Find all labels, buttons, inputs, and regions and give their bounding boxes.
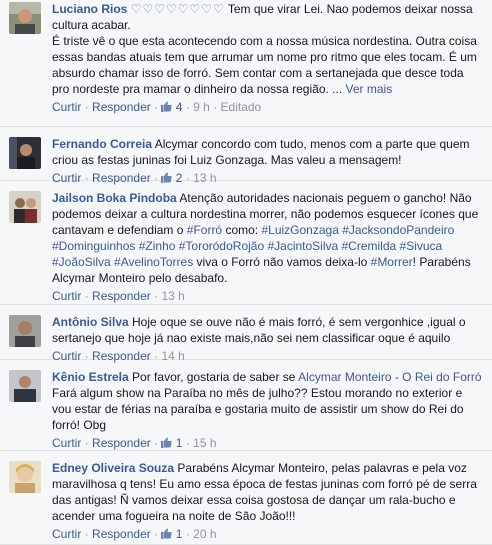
comment-item: Antônio Silva Hoje oque se ouve não é ma… (0, 305, 492, 363)
avatar[interactable] (9, 137, 41, 169)
thumbs-up-icon (161, 100, 172, 112)
reply-button[interactable]: Responder (92, 436, 151, 450)
comment-author[interactable]: Antônio Silva (52, 315, 129, 329)
comment-actions: Curtir · Responder · 1 · 20 h (52, 527, 217, 541)
reply-button[interactable]: Responder (92, 100, 151, 114)
mention-link[interactable]: Alcymar Monteiro - O Rei do Forró (298, 370, 481, 384)
comment-time[interactable]: 13 h (161, 289, 184, 303)
like-button[interactable]: Curtir (52, 100, 81, 114)
comment-text-continued: É triste vê o que esta acontecendo com a… (52, 34, 477, 96)
thumbs-up-icon (161, 436, 172, 448)
comment-text: Por favor, gostaria de saber se (132, 370, 296, 384)
comment-actions: Curtir · Responder · 4 · 9 h · Editado (52, 100, 262, 114)
comment-item: Kênio Estrela Por favor, gostaria de sab… (0, 360, 492, 451)
comment-author[interactable]: Fernando Correia (52, 137, 152, 151)
reply-button[interactable]: Responder (92, 289, 151, 303)
comment-text: Fará algum show na Paraíba no mês de jul… (52, 386, 464, 432)
comment-time[interactable]: 9 h (193, 100, 210, 114)
comment-author[interactable]: Luciano Rios (52, 2, 127, 16)
like-count[interactable]: 1 (176, 527, 183, 541)
avatar[interactable] (9, 315, 41, 347)
edited-label[interactable]: Editado (221, 100, 262, 114)
like-button[interactable]: Curtir (52, 527, 81, 541)
comment-actions: Curtir · Responder · 1 · 15 h (52, 436, 217, 450)
like-count[interactable]: 1 (176, 436, 183, 450)
see-more-link[interactable]: Ver mais (346, 82, 393, 96)
comment-item: Luciano Rios ♡♡♡♡♡♡♡♡ Tem que virar Lei.… (0, 0, 492, 127)
comment-time[interactable]: 20 h (193, 527, 216, 541)
avatar[interactable] (9, 2, 41, 34)
hashtag-link[interactable]: #Morrer (371, 255, 413, 269)
like-button[interactable]: Curtir (52, 289, 81, 303)
comment-item: Fernando Correia Alcymar concordo com tu… (0, 127, 492, 185)
comment-text: viva o Forró não vamos deixa-lo (196, 255, 368, 269)
like-button[interactable]: Curtir (52, 436, 81, 450)
comment-item: Edney Oliveira Souza Parabéns Alcymar Mo… (0, 451, 492, 545)
comment-author[interactable]: Kênio Estrela (52, 370, 129, 384)
thumbs-up-icon (161, 527, 172, 539)
comment-time[interactable]: 15 h (193, 436, 216, 450)
like-count[interactable]: 4 (176, 100, 183, 114)
avatar[interactable] (9, 191, 41, 223)
comment-actions: Curtir · Responder · 13 h (52, 289, 185, 303)
hashtag-link[interactable]: #Forró (187, 223, 222, 237)
hearts-emoticon: ♡♡♡♡♡♡♡♡ (130, 2, 225, 16)
avatar[interactable] (9, 370, 41, 402)
comment-author[interactable]: Jailson Boka Pindoba (52, 191, 177, 205)
avatar[interactable] (9, 461, 41, 493)
reply-button[interactable]: Responder (92, 527, 151, 541)
comment-item: Jailson Boka Pindoba Atenção autoridades… (0, 181, 492, 305)
comment-author[interactable]: Edney Oliveira Souza (52, 461, 174, 475)
comment-text: como: (225, 223, 259, 237)
